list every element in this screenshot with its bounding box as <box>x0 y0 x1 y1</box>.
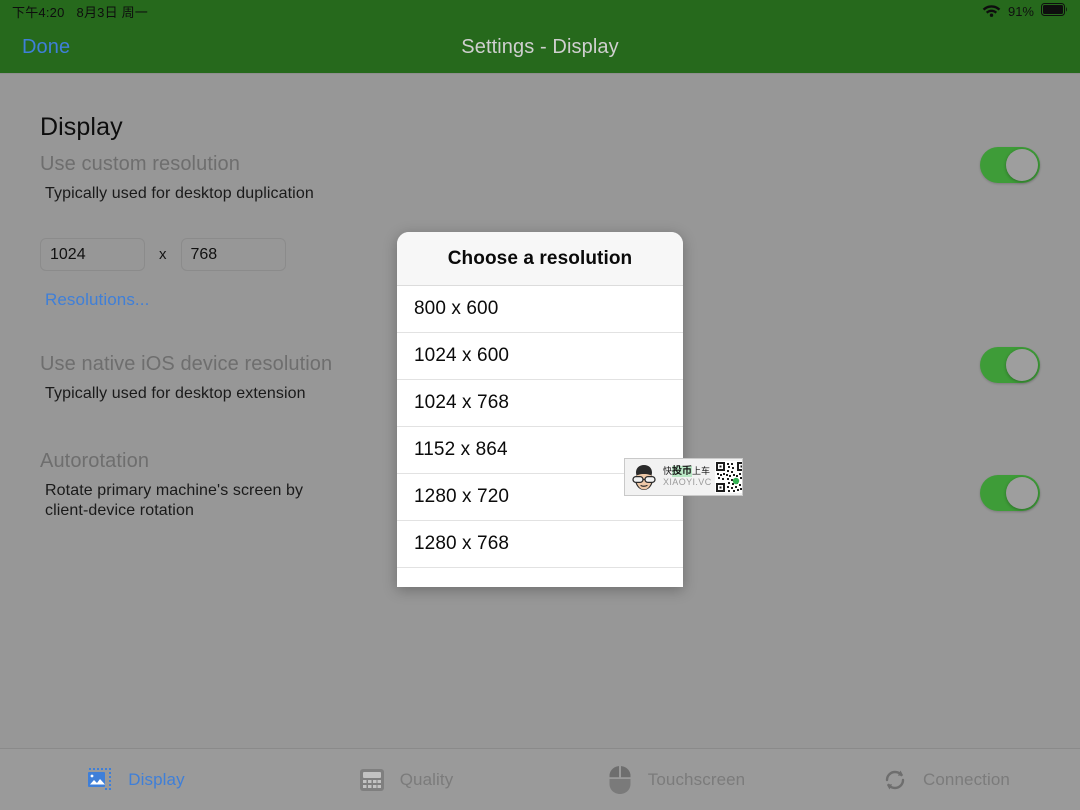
avatar-icon <box>628 461 660 493</box>
status-date: 8月3日 周一 <box>76 4 148 20</box>
dialog-title: Choose a resolution <box>397 232 683 286</box>
toggle-knob <box>1006 149 1038 181</box>
bottom-tab-bar: Display Quality Touchscreen Connection <box>0 748 1080 810</box>
status-time: 下午4:20 <box>12 4 65 20</box>
battery-percent-label: 91% <box>1007 3 1034 19</box>
status-bar: 下午4:20 8月3日 周一 91% <box>0 0 1080 22</box>
tab-label: Touchscreen <box>647 769 746 789</box>
watermark-highlight: 投币 <box>672 466 693 478</box>
watermark-text: 快投币上车 XIAOYI.VC <box>663 466 712 487</box>
resolution-height-input[interactable] <box>180 238 286 271</box>
choose-resolution-dialog: Choose a resolution 800 x 600 1024 x 600… <box>397 232 683 587</box>
setting-label: Use custom resolution <box>40 153 240 175</box>
resolution-width-input[interactable] <box>40 238 145 271</box>
list-item[interactable]: 1024 x 768 <box>397 380 683 427</box>
battery-icon <box>1041 3 1068 19</box>
toggle-knob <box>1006 477 1038 509</box>
settings-display-screen: 下午4:20 8月3日 周一 91% Done Settings - Displ… <box>0 0 1080 810</box>
list-item[interactable]: 1280 x 768 <box>397 521 683 568</box>
navigation-bar: Done Settings - Display <box>0 22 1080 74</box>
done-button[interactable]: Done <box>22 36 70 59</box>
page-title-navbar: Settings - Display <box>461 36 619 58</box>
toggle-use-custom-resolution[interactable] <box>980 147 1040 183</box>
watermark-overlay: 快投币上车 XIAOYI.VC <box>624 458 743 496</box>
list-item[interactable]: 1024 x 600 <box>397 333 683 380</box>
tab-label: Connection <box>922 769 1010 789</box>
toggle-autorotation[interactable] <box>980 475 1040 511</box>
watermark-suffix: 上车 <box>692 466 711 477</box>
status-bar-left: 下午4:20 8月3日 周一 <box>12 2 148 21</box>
watermark-line-1: 快投币上车 <box>663 466 712 478</box>
toggle-knob <box>1006 349 1038 381</box>
tab-label: Display <box>128 769 185 789</box>
list-item[interactable]: 800 x 600 <box>397 286 683 333</box>
tab-connection[interactable]: Connection <box>810 765 1080 795</box>
setting-sublabel: Typically used for desktop duplication <box>45 185 314 202</box>
setting-sublabel: Rotate primary machine's screen by clien… <box>45 482 304 519</box>
tab-quality[interactable]: Quality <box>270 765 540 795</box>
tab-display[interactable]: Display <box>0 765 270 795</box>
qr-code-icon <box>714 461 742 493</box>
wifi-icon <box>982 3 1001 20</box>
resolutions-link[interactable]: Resolutions... <box>45 290 149 310</box>
watermark-line-2: XIAOYI.VC <box>663 476 712 487</box>
section-heading-display: Display <box>40 113 123 141</box>
mouse-icon <box>605 765 635 795</box>
resolution-list: 800 x 600 1024 x 600 1024 x 768 1152 x 8… <box>397 286 683 568</box>
display-icon <box>85 765 115 795</box>
custom-resolution-fields: x <box>40 238 286 271</box>
tab-label: Quality <box>399 769 454 789</box>
tab-touchscreen[interactable]: Touchscreen <box>540 765 810 795</box>
status-bar-right: 91% <box>982 3 1068 20</box>
toggle-native-ios-resolution[interactable] <box>980 347 1040 383</box>
watermark-prefix: 快 <box>663 466 673 477</box>
resolution-separator: x <box>159 246 167 263</box>
setting-row-use-custom-resolution: Use custom resolution Typically used for… <box>40 147 1040 204</box>
refresh-sync-icon <box>880 765 910 795</box>
quality-icon <box>357 765 387 795</box>
